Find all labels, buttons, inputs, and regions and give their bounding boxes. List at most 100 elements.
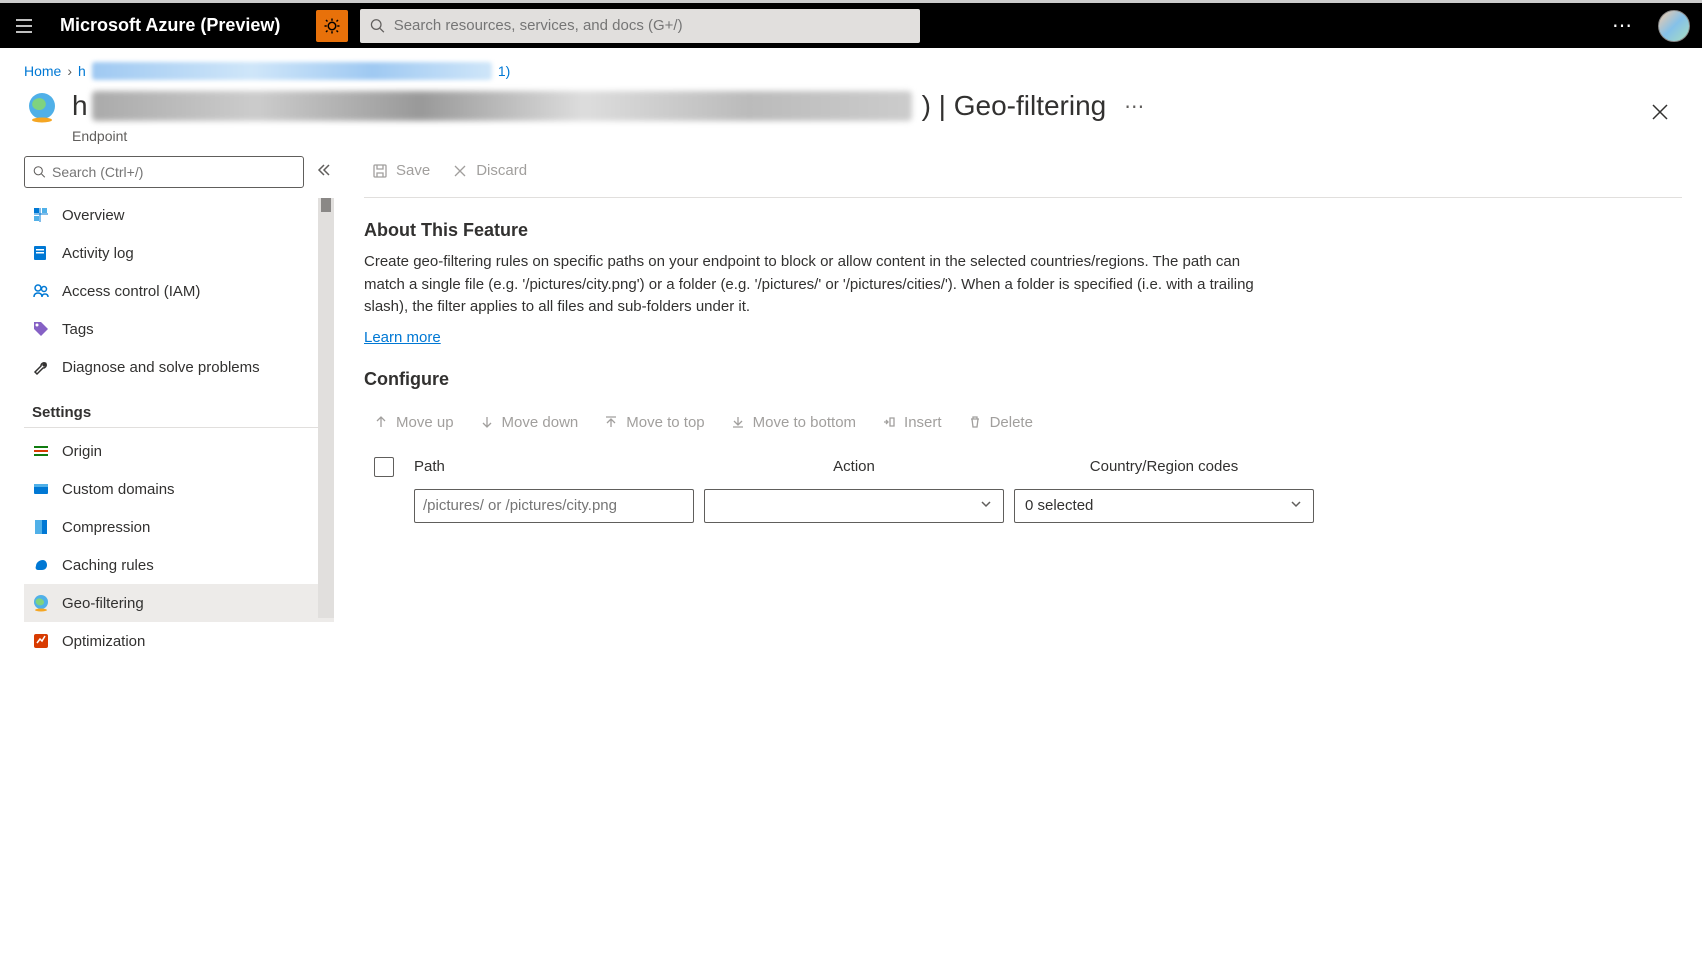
trash-icon: [968, 415, 982, 429]
col-country: Country/Region codes: [1014, 458, 1314, 475]
sidebar-item-label: Custom domains: [62, 481, 175, 498]
sidebar-section-settings: Settings: [24, 386, 334, 428]
title-redacted: [92, 91, 912, 121]
origin-icon: [32, 442, 50, 460]
path-input[interactable]: [414, 489, 694, 523]
delete-button[interactable]: Delete: [958, 408, 1043, 437]
col-path: Path: [414, 458, 694, 475]
search-input[interactable]: [394, 17, 911, 34]
sidebar-item-label: Caching rules: [62, 557, 154, 574]
main-content: Save Discard About This Feature Create g…: [334, 144, 1702, 962]
brand-label[interactable]: Microsoft Azure (Preview): [60, 15, 280, 36]
sidebar-item-custom-domains[interactable]: Custom domains: [24, 470, 334, 508]
breadcrumb-tail: 1): [498, 63, 510, 79]
arrow-bottom-icon: [731, 415, 745, 429]
sidebar-item-activity-log[interactable]: Activity log: [24, 234, 334, 272]
about-description: Create geo-filtering rules on specific p…: [364, 251, 1264, 319]
country-value: 0 selected: [1025, 497, 1093, 514]
title-prefix: h: [72, 90, 88, 122]
sidebar-item-label: Compression: [62, 519, 150, 536]
sidebar-item-optimization[interactable]: Optimization: [24, 622, 334, 660]
configure-heading: Configure: [364, 369, 1682, 390]
tag-icon: [32, 320, 50, 338]
table-header: Path Action Country/Region codes: [364, 449, 1682, 485]
close-icon[interactable]: [1642, 94, 1678, 130]
domain-icon: [32, 480, 50, 498]
chevron-right-icon: ›: [67, 63, 72, 79]
page-subtitle: Endpoint: [72, 128, 1630, 144]
breadcrumb-home[interactable]: Home: [24, 63, 61, 79]
move-down-button[interactable]: Move down: [470, 408, 589, 437]
arrow-up-icon: [374, 415, 388, 429]
save-icon: [372, 163, 388, 179]
sidebar: Overview Activity log Access control (IA…: [24, 144, 334, 962]
sidebar-search[interactable]: [24, 156, 304, 188]
table-row: 0 selected: [364, 485, 1682, 527]
title-more-icon[interactable]: ⋯: [1116, 94, 1154, 119]
move-bottom-button[interactable]: Move to bottom: [721, 408, 866, 437]
search-icon: [33, 165, 46, 179]
action-select[interactable]: [704, 489, 1004, 523]
rules-table: Path Action Country/Region codes: [364, 449, 1682, 527]
globe-icon: [32, 594, 50, 612]
save-button[interactable]: Save: [364, 156, 438, 185]
page-title: ) | Geo-filtering: [922, 90, 1107, 122]
select-all-checkbox[interactable]: [374, 457, 394, 477]
about-heading: About This Feature: [364, 220, 1682, 241]
sidebar-item-overview[interactable]: Overview: [24, 196, 334, 234]
sidebar-item-origin[interactable]: Origin: [24, 432, 334, 470]
insert-icon: [882, 415, 896, 429]
sidebar-item-tags[interactable]: Tags: [24, 310, 334, 348]
sidebar-search-input[interactable]: [52, 164, 295, 180]
menu-icon[interactable]: [12, 14, 36, 38]
compress-icon: [32, 518, 50, 536]
collapse-icon[interactable]: [314, 162, 334, 183]
sidebar-item-geo-filtering[interactable]: Geo-filtering: [24, 584, 334, 622]
top-bar: Microsoft Azure (Preview) ⋯: [0, 0, 1702, 48]
chevron-down-icon: [1289, 497, 1303, 515]
arrow-down-icon: [480, 415, 494, 429]
overview-icon: [32, 206, 50, 224]
chevron-down-icon: [979, 497, 993, 515]
move-up-button[interactable]: Move up: [364, 408, 464, 437]
arrow-top-icon: [604, 415, 618, 429]
scrollbar[interactable]: [318, 198, 334, 618]
sidebar-item-label: Diagnose and solve problems: [62, 359, 260, 376]
globe-icon: [24, 90, 60, 126]
sidebar-item-label: Geo-filtering: [62, 595, 144, 612]
insert-button[interactable]: Insert: [872, 408, 952, 437]
cache-icon: [32, 556, 50, 574]
discard-label: Discard: [476, 162, 527, 179]
page-header: h ) | Geo-filtering ⋯ Endpoint: [0, 80, 1702, 144]
col-action: Action: [704, 458, 1004, 475]
sidebar-item-compression[interactable]: Compression: [24, 508, 334, 546]
global-search[interactable]: [360, 9, 920, 43]
discard-icon: [452, 163, 468, 179]
people-icon: [32, 282, 50, 300]
sidebar-item-label: Optimization: [62, 633, 145, 650]
search-icon: [370, 18, 385, 34]
configure-toolbar: Move up Move down Move to top Move to bo…: [364, 408, 1682, 437]
breadcrumb: Home › h 1): [0, 48, 1702, 80]
wrench-icon: [32, 358, 50, 376]
content-toolbar: Save Discard: [364, 144, 1682, 198]
bug-icon[interactable]: [316, 10, 348, 42]
sidebar-item-label: Activity log: [62, 245, 134, 262]
sidebar-item-label: Origin: [62, 443, 102, 460]
sidebar-item-label: Overview: [62, 207, 125, 224]
breadcrumb-redacted: [92, 62, 492, 80]
discard-button[interactable]: Discard: [444, 156, 535, 185]
sidebar-item-caching[interactable]: Caching rules: [24, 546, 334, 584]
top-more-icon[interactable]: ⋯: [1600, 13, 1646, 38]
log-icon: [32, 244, 50, 262]
save-label: Save: [396, 162, 430, 179]
country-select[interactable]: 0 selected: [1014, 489, 1314, 523]
sidebar-item-label: Tags: [62, 321, 94, 338]
sidebar-item-diagnose[interactable]: Diagnose and solve problems: [24, 348, 334, 386]
avatar[interactable]: [1658, 10, 1690, 42]
learn-more-link[interactable]: Learn more: [364, 329, 441, 346]
optimize-icon: [32, 632, 50, 650]
sidebar-item-label: Access control (IAM): [62, 283, 200, 300]
sidebar-item-iam[interactable]: Access control (IAM): [24, 272, 334, 310]
move-top-button[interactable]: Move to top: [594, 408, 714, 437]
